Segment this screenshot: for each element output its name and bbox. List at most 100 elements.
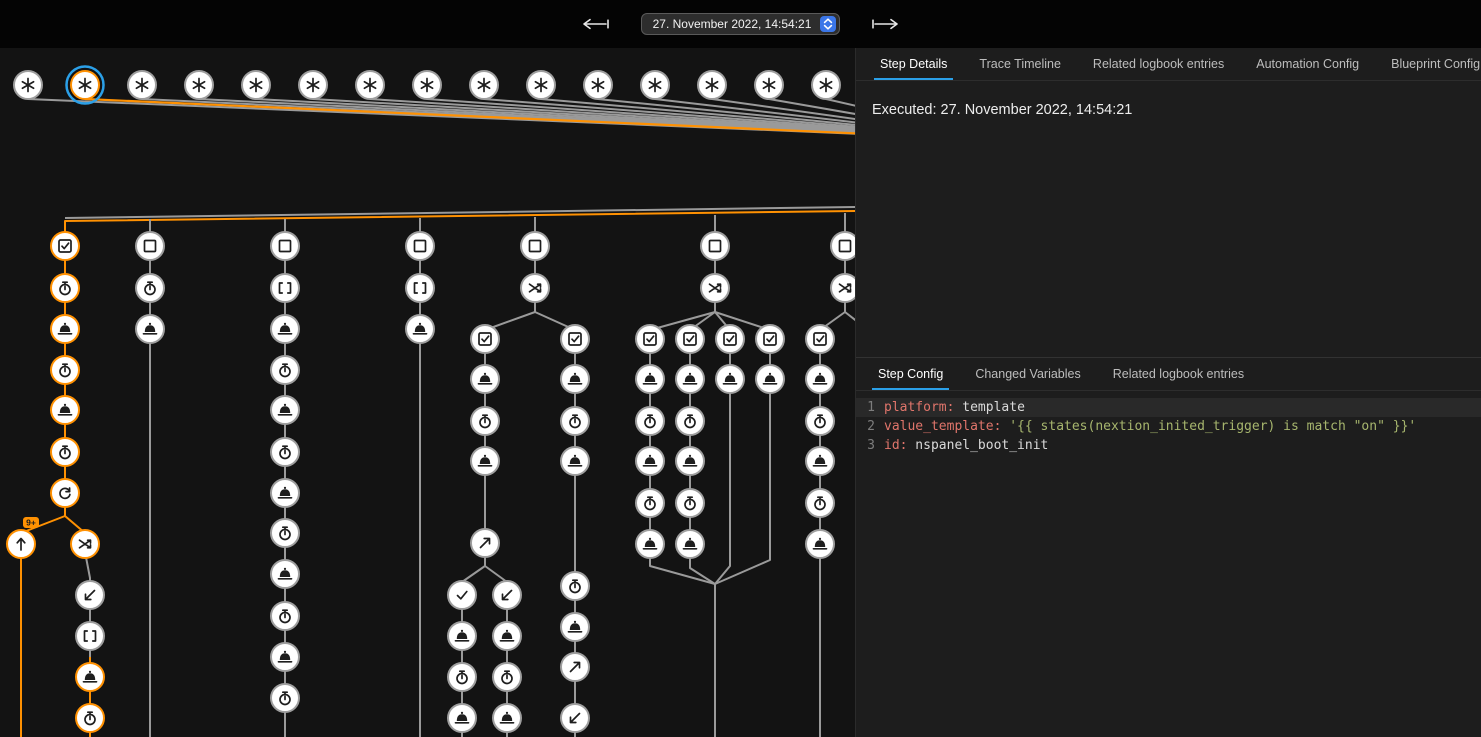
trace-node-bell[interactable]	[51, 315, 79, 343]
tab-related-logbook-entries[interactable]: Related logbook entries	[1097, 358, 1260, 390]
trace-node-asterisk[interactable]	[527, 71, 555, 99]
trace-node-asterisk[interactable]	[470, 71, 498, 99]
trace-node-asterisk[interactable]	[812, 71, 840, 99]
trace-node-asterisk[interactable]	[755, 71, 783, 99]
trace-node-arrow-dl[interactable]	[493, 581, 521, 609]
trace-node-bell[interactable]	[756, 365, 784, 393]
trace-node-bell[interactable]	[271, 643, 299, 671]
trace-node-arrow-ur[interactable]	[561, 653, 589, 681]
tab-step-details[interactable]: Step Details	[864, 48, 963, 80]
trace-node-checkbox[interactable]	[561, 325, 589, 353]
trace-node-checkbox[interactable]	[716, 325, 744, 353]
trace-node-bell[interactable]	[493, 622, 521, 650]
trace-node-asterisk[interactable]	[299, 71, 327, 99]
trace-node-square[interactable]	[701, 232, 729, 260]
tab-changed-variables[interactable]: Changed Variables	[959, 358, 1096, 390]
trace-node-bell[interactable]	[676, 365, 704, 393]
trace-node-shuffle[interactable]	[831, 274, 855, 302]
trace-node-asterisk[interactable]	[641, 71, 669, 99]
trace-node-timer[interactable]	[636, 489, 664, 517]
trace-node-timer[interactable]	[271, 519, 299, 547]
trace-node-brackets[interactable]	[271, 274, 299, 302]
trace-node-arrow-ur[interactable]	[471, 529, 499, 557]
trace-node-timer[interactable]	[271, 684, 299, 712]
trace-node-bell[interactable]	[806, 447, 834, 475]
trace-node-square[interactable]	[136, 232, 164, 260]
trace-node-bell[interactable]	[271, 315, 299, 343]
trace-node-square[interactable]	[521, 232, 549, 260]
trace-node-timer[interactable]	[76, 704, 104, 732]
trace-node-bell[interactable]	[271, 479, 299, 507]
trace-graph[interactable]: 9+	[0, 48, 855, 737]
trace-node-asterisk[interactable]	[128, 71, 156, 99]
trace-node-bell[interactable]	[448, 622, 476, 650]
trace-node-asterisk[interactable]	[698, 71, 726, 99]
trace-node-bell[interactable]	[561, 447, 589, 475]
trace-node-check[interactable]	[448, 581, 476, 609]
tab-step-config[interactable]: Step Config	[862, 358, 959, 390]
trace-node-checkbox[interactable]	[806, 325, 834, 353]
trace-node-shuffle[interactable]	[701, 274, 729, 302]
trace-node-bell[interactable]	[636, 365, 664, 393]
trace-node-bell[interactable]	[136, 315, 164, 343]
trace-node-asterisk[interactable]	[413, 71, 441, 99]
trace-node-brackets[interactable]	[406, 274, 434, 302]
trace-node-bell[interactable]	[471, 365, 499, 393]
trace-node-checkbox[interactable]	[636, 325, 664, 353]
trace-node-bell[interactable]	[271, 560, 299, 588]
trace-node-timer[interactable]	[51, 274, 79, 302]
previous-run-button[interactable]	[575, 13, 617, 35]
trace-node-timer[interactable]	[448, 663, 476, 691]
trace-node-bell[interactable]	[806, 365, 834, 393]
trace-node-asterisk[interactable]	[185, 71, 213, 99]
tab-related-logbook-entries[interactable]: Related logbook entries	[1077, 48, 1240, 80]
trace-node-square[interactable]	[406, 232, 434, 260]
trace-node-bell[interactable]	[51, 396, 79, 424]
trace-node-asterisk[interactable]	[584, 71, 612, 99]
trace-node-shuffle[interactable]	[71, 530, 99, 558]
trace-node-refresh[interactable]	[51, 479, 79, 507]
trace-node-timer[interactable]	[561, 407, 589, 435]
trace-node-square[interactable]	[271, 232, 299, 260]
trace-node-timer[interactable]	[271, 602, 299, 630]
trace-node-square[interactable]	[831, 232, 855, 260]
trace-node-asterisk[interactable]	[14, 71, 42, 99]
trace-node-timer[interactable]	[806, 489, 834, 517]
trace-node-arrow-dl[interactable]	[561, 704, 589, 732]
trace-node-timer[interactable]	[676, 407, 704, 435]
trace-node-bell[interactable]	[716, 365, 744, 393]
tab-blueprint-config[interactable]: Blueprint Config	[1375, 48, 1481, 80]
trace-node-timer[interactable]	[271, 438, 299, 466]
trace-node-shuffle[interactable]	[521, 274, 549, 302]
trace-node-bell[interactable]	[493, 704, 521, 732]
trace-node-bell[interactable]	[806, 530, 834, 558]
trace-node-bell[interactable]	[636, 530, 664, 558]
run-selector[interactable]: 27. November 2022, 14:54:21	[641, 13, 841, 35]
trace-node-arrow-dl[interactable]	[76, 581, 104, 609]
trace-node-checkbox[interactable]	[756, 325, 784, 353]
trace-node-bell[interactable]	[448, 704, 476, 732]
trace-node-timer[interactable]	[806, 407, 834, 435]
trace-node-bell[interactable]	[471, 447, 499, 475]
trace-node-bell[interactable]	[406, 315, 434, 343]
trace-node-checkbox[interactable]	[471, 325, 499, 353]
trace-node-bell[interactable]	[561, 365, 589, 393]
tab-automation-config[interactable]: Automation Config	[1240, 48, 1375, 80]
trace-node-timer[interactable]	[136, 274, 164, 302]
trace-node-brackets[interactable]	[76, 622, 104, 650]
trace-node-arrow-up[interactable]	[7, 530, 35, 558]
trace-node-timer[interactable]	[636, 407, 664, 435]
trace-node-checkbox[interactable]	[676, 325, 704, 353]
trace-node-timer[interactable]	[561, 572, 589, 600]
trace-node-checkbox[interactable]	[51, 232, 79, 260]
tab-trace-timeline[interactable]: Trace Timeline	[963, 48, 1077, 80]
trace-node-bell[interactable]	[676, 447, 704, 475]
trace-node-bell[interactable]	[636, 447, 664, 475]
trace-node-timer[interactable]	[271, 356, 299, 384]
trace-node-timer[interactable]	[493, 663, 521, 691]
trace-node-timer[interactable]	[471, 407, 499, 435]
trace-node-timer[interactable]	[51, 356, 79, 384]
trace-node-bell[interactable]	[676, 530, 704, 558]
trace-node-asterisk[interactable]	[242, 71, 270, 99]
trace-node-timer[interactable]	[676, 489, 704, 517]
